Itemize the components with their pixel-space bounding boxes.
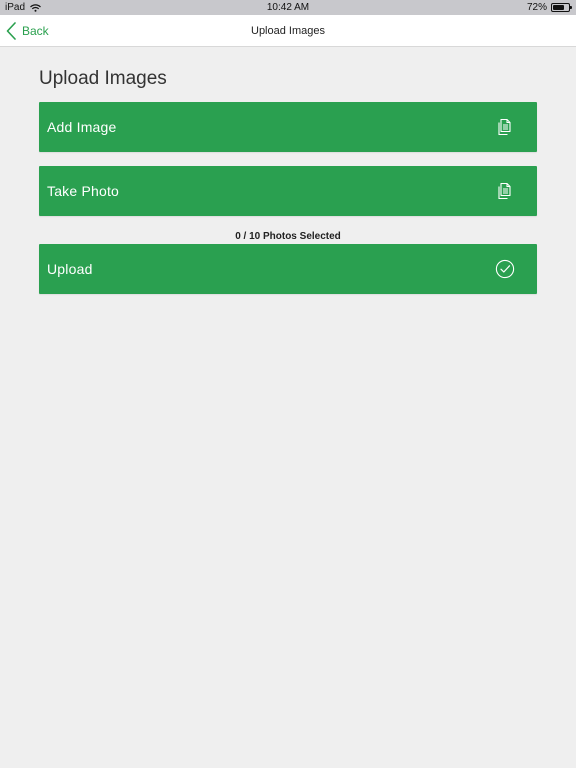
back-button[interactable]: Back (6, 15, 49, 47)
add-image-label: Add Image (47, 119, 117, 135)
chevron-left-icon (6, 22, 16, 40)
documents-icon (498, 118, 511, 136)
add-image-button[interactable]: Add Image (39, 102, 537, 152)
nav-title: Upload Images (251, 25, 325, 37)
page-title: Upload Images (39, 68, 167, 89)
upload-label: Upload (47, 261, 93, 277)
status-bar: iPad 10:42 AM 72% (0, 0, 576, 15)
status-time: 10:42 AM (266, 2, 310, 13)
battery-fill (553, 5, 564, 10)
documents-icon (498, 182, 511, 200)
selected-count: 0 / 10 Photos Selected (235, 231, 341, 242)
nav-bar: Back Upload Images (0, 15, 576, 47)
back-label: Back (22, 24, 49, 38)
upload-button[interactable]: Upload (39, 244, 537, 294)
take-photo-button[interactable]: Take Photo (39, 166, 537, 216)
battery-icon (551, 3, 572, 12)
status-right: 72% (526, 2, 572, 13)
take-photo-label: Take Photo (47, 183, 120, 199)
battery-percent: 72% (526, 2, 547, 13)
check-circle-icon (495, 259, 515, 279)
